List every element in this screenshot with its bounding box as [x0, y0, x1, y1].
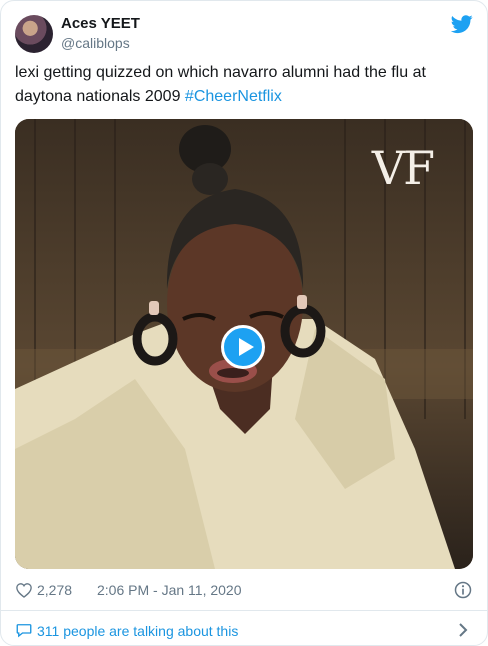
tweet-timestamp[interactable]: 2:06 PM - Jan 11, 2020	[97, 582, 242, 598]
user-handle[interactable]: @caliblops	[61, 35, 130, 51]
user-name[interactable]: Aces YEET	[61, 15, 140, 32]
comment-bubble-icon	[16, 624, 32, 638]
chevron-right-icon	[459, 623, 468, 637]
like-count: 2,278	[37, 582, 73, 598]
info-icon[interactable]	[453, 580, 473, 600]
vf-watermark: VF	[371, 141, 435, 195]
divider	[1, 610, 487, 611]
video-thumbnail[interactable]: VF	[15, 119, 473, 569]
conversation-link[interactable]: 311 people are talking about this	[15, 619, 473, 643]
tweet-card: Aces YEET @caliblops lexi getting quizze…	[0, 0, 488, 646]
heart-icon[interactable]	[15, 581, 33, 599]
tweet-meta: 2,278 2:06 PM - Jan 11, 2020	[15, 579, 473, 601]
twitter-bird-icon[interactable]	[451, 13, 473, 35]
tweet-text: lexi getting quizzed on which navarro al…	[15, 61, 473, 109]
avatar[interactable]	[15, 15, 53, 53]
play-icon[interactable]	[221, 325, 265, 369]
hashtag-link[interactable]: #CheerNetflix	[185, 88, 282, 105]
talking-count: 311 people are talking about this	[37, 623, 239, 639]
tweet-header: Aces YEET @caliblops	[15, 13, 473, 57]
